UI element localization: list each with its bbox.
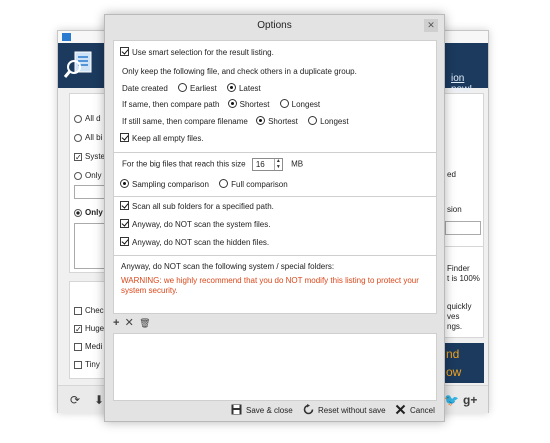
- bg-right-text: sion: [447, 205, 462, 214]
- special-folders-text: Anyway, do NOT scan the following system…: [121, 262, 335, 271]
- compare-filename-row: If still same, then compare filename Sho…: [122, 116, 349, 126]
- radio-latest[interactable]: Latest: [226, 83, 261, 93]
- trash-icon[interactable]: 🗑: [139, 317, 150, 329]
- dialog-title: Options: [257, 20, 292, 31]
- checkbox-icon: [120, 219, 129, 228]
- divider: [114, 196, 436, 197]
- comparison-row: Sampling comparison Full comparison: [120, 179, 288, 189]
- compare-filename-label: If still same, then compare filename: [122, 117, 248, 126]
- bg-right-text: ed: [447, 170, 456, 179]
- cancel-icon: [395, 404, 406, 415]
- compare-path-row: If same, then compare path Shortest Long…: [122, 99, 320, 109]
- smart-selection-checkbox[interactable]: Use smart selection for the result listi…: [120, 47, 274, 57]
- add-icon[interactable]: +: [113, 317, 119, 329]
- keep-following-text: Only keep the following file, and check …: [122, 67, 357, 76]
- bg-right-input[interactable]: [445, 221, 481, 235]
- special-folders-list[interactable]: [113, 333, 437, 401]
- compare-path-label: If same, then compare path: [122, 100, 220, 109]
- big-files-row: For the big files that reach this size 1…: [122, 158, 303, 171]
- close-button[interactable]: ✕: [424, 19, 438, 32]
- bg-radio-row[interactable]: All bi: [74, 133, 102, 142]
- remove-icon[interactable]: ✕: [125, 317, 134, 329]
- save-close-button[interactable]: Save & close: [231, 404, 293, 415]
- radio-path-longest[interactable]: Longest: [279, 99, 320, 109]
- bg-check-row[interactable]: ✓ Huge: [74, 324, 104, 333]
- date-created-label: Date created: [122, 84, 168, 93]
- size-stepper[interactable]: 16 ▲ ▼: [251, 158, 283, 171]
- options-dialog: Options ✕ Use smart selection for the re…: [104, 14, 445, 422]
- magnifier-document-icon: [63, 51, 92, 78]
- promo-text: nd: [446, 347, 460, 361]
- scan-subfolders-checkbox[interactable]: Scan all sub folders for a specified pat…: [120, 201, 274, 211]
- app-icon: [62, 33, 71, 41]
- bg-check-row[interactable]: Tiny: [74, 360, 100, 369]
- size-unit: MB: [291, 159, 304, 169]
- bg-right-text: Finder: [447, 264, 470, 273]
- options-panel: Use smart selection for the result listi…: [113, 40, 437, 314]
- background-right-panel-2: Finder t is 100% quickly ves ngs.: [442, 246, 484, 338]
- download-icon[interactable]: ⬇: [94, 393, 104, 407]
- big-files-label: For the big files that reach this size: [122, 159, 246, 169]
- radio-filename-shortest[interactable]: Shortest: [256, 116, 298, 126]
- keep-empty-checkbox[interactable]: Keep all empty files.: [120, 133, 204, 143]
- bg-check-row[interactable]: Medi: [74, 342, 102, 351]
- list-toolbar: + ✕ 🗑: [113, 317, 154, 329]
- radio-filename-longest[interactable]: Longest: [308, 116, 349, 126]
- bg-check-row[interactable]: Chec: [74, 306, 104, 315]
- checkbox-icon: [120, 237, 129, 246]
- bg-radio-row[interactable]: Only: [74, 171, 101, 180]
- size-value[interactable]: 16: [256, 160, 265, 169]
- cancel-button[interactable]: Cancel: [395, 404, 435, 415]
- bg-right-text: quickly: [447, 302, 472, 311]
- checkbox-icon: [120, 133, 129, 142]
- radio-path-shortest[interactable]: Shortest: [227, 99, 269, 109]
- reset-icon: [303, 404, 314, 415]
- buy-now-link[interactable]: ion now!: [451, 73, 488, 95]
- bg-check-row[interactable]: ✓ Syste: [74, 152, 105, 161]
- radio-full[interactable]: Full comparison: [219, 179, 288, 189]
- bg-radio-row[interactable]: Only: [74, 208, 103, 217]
- checkbox-icon: [120, 47, 129, 56]
- reset-button[interactable]: Reset without save: [303, 404, 386, 415]
- divider: [114, 255, 436, 256]
- skip-hidden-checkbox[interactable]: Anyway, do NOT scan the hidden files.: [120, 237, 269, 247]
- promo-text: ow: [446, 365, 462, 379]
- bg-right-text: ves: [447, 312, 460, 321]
- refresh-icon[interactable]: ⟳: [70, 393, 80, 407]
- radio-earliest[interactable]: Earliest: [178, 83, 217, 93]
- divider: [114, 152, 436, 153]
- skip-system-checkbox[interactable]: Anyway, do NOT scan the system files.: [120, 219, 270, 229]
- dialog-footer: Save & close Reset without save Cancel: [105, 401, 444, 421]
- save-icon: [231, 404, 242, 415]
- bg-right-text: ngs.: [447, 322, 463, 331]
- radio-sampling[interactable]: Sampling comparison: [120, 179, 209, 189]
- background-promo[interactable]: nd ow: [442, 343, 484, 383]
- stepper-down-icon[interactable]: ▼: [275, 164, 282, 171]
- twitter-icon[interactable]: 🐦: [444, 393, 459, 407]
- checkbox-icon: [120, 201, 129, 210]
- bg-radio-row[interactable]: All d: [74, 114, 101, 123]
- warning-text: WARNING: we highly recommend that you do…: [121, 276, 419, 295]
- date-created-row: Date created Earliest Latest: [122, 83, 261, 93]
- google-plus-icon[interactable]: g+: [463, 393, 477, 407]
- bg-right-text: t is 100%: [447, 274, 480, 283]
